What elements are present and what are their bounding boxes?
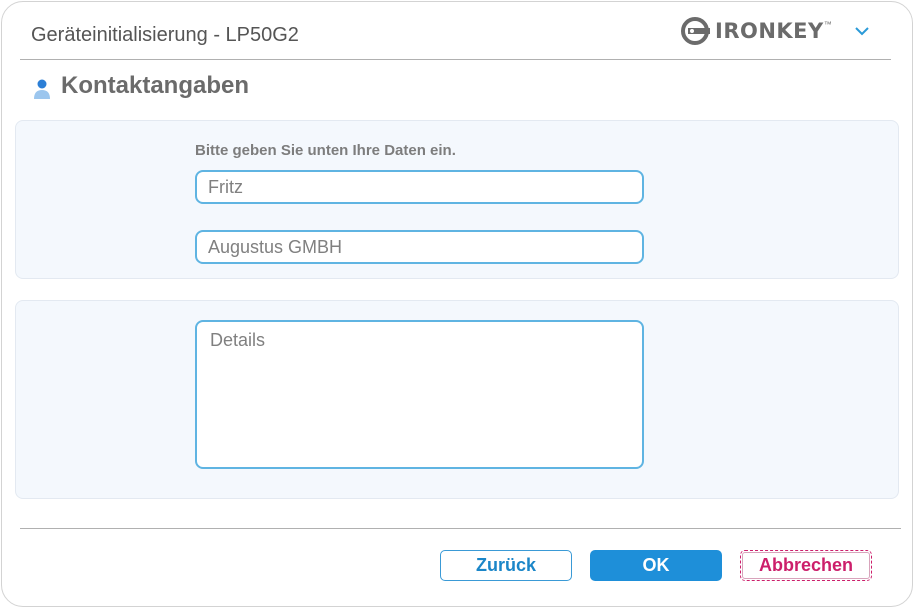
ironkey-logo: IRONKEY ™ bbox=[680, 15, 832, 47]
name-field[interactable]: Fritz bbox=[195, 170, 644, 204]
footer-divider bbox=[20, 528, 901, 529]
back-button[interactable]: Zurück bbox=[440, 550, 572, 581]
trademark-symbol: ™ bbox=[823, 20, 832, 29]
instruction-text: Bitte geben Sie unten Ihre Daten ein. bbox=[195, 142, 456, 159]
details-textarea[interactable]: Details bbox=[195, 320, 644, 469]
section-title: Kontaktangaben bbox=[61, 72, 250, 99]
header-divider bbox=[20, 59, 891, 60]
cancel-button[interactable]: Abbrechen bbox=[740, 550, 872, 581]
chevron-down-icon[interactable] bbox=[854, 25, 870, 37]
user-icon bbox=[34, 79, 50, 99]
company-field[interactable]: Augustus GMBH bbox=[195, 230, 644, 264]
ok-button[interactable]: OK bbox=[590, 550, 722, 581]
logo-text: IRONKEY bbox=[715, 19, 824, 43]
window-title: Geräteinitialisierung - LP50G2 bbox=[31, 24, 299, 46]
key-logo-icon bbox=[681, 17, 710, 45]
